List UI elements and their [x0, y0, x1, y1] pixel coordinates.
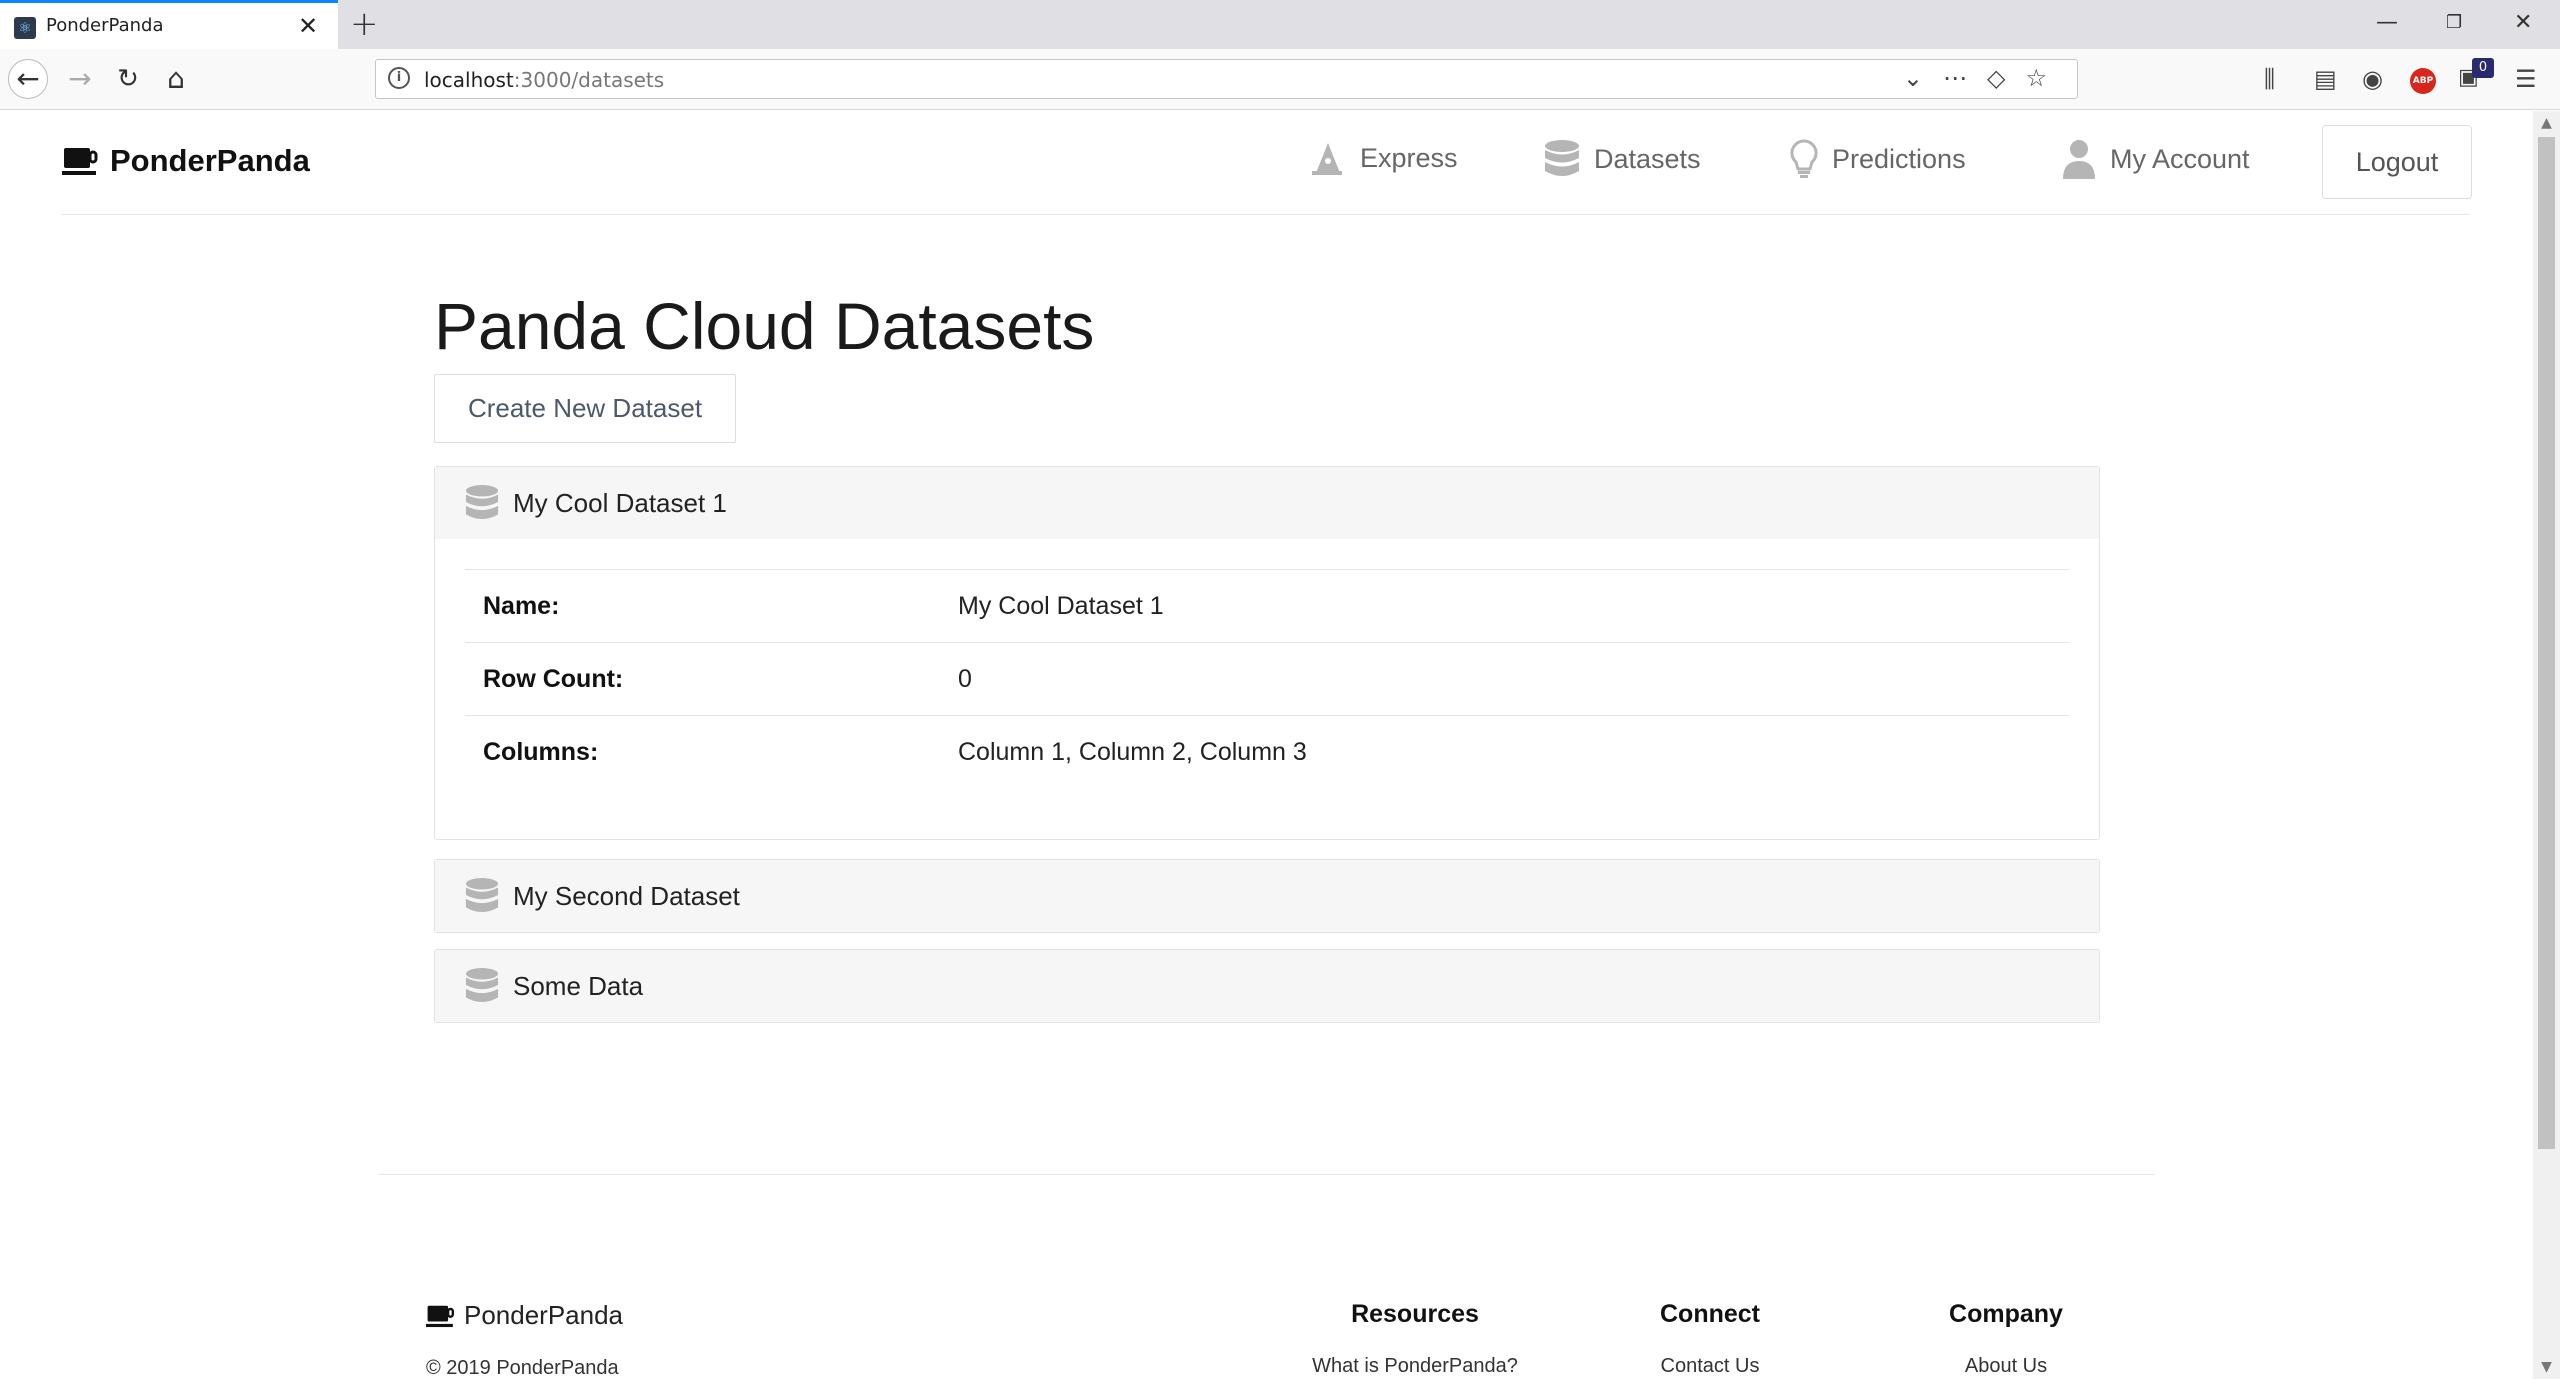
adblock-icon[interactable]: ABP — [2410, 68, 2436, 94]
footer-connect-title: Connect — [1660, 1300, 1760, 1328]
nav-predictions-label: Predictions — [1832, 143, 1966, 174]
row-count-label: Row Count: — [483, 664, 624, 693]
tab-title: PonderPanda — [46, 15, 164, 36]
details-table: Name: My Cool Dataset 1 Row Count: 0 Col… — [465, 569, 2069, 789]
footer-brand-name: PonderPanda — [464, 1300, 624, 1330]
nav-datasets[interactable]: Datasets — [1544, 139, 1701, 179]
columns-value: Column 1, Column 2, Column 3 — [958, 738, 1307, 766]
database-icon — [1545, 140, 1579, 176]
menu-icon[interactable]: ☰ — [2515, 63, 2537, 95]
reload-icon[interactable]: ↻ — [108, 59, 148, 99]
dataset-header[interactable]: My Second Dataset — [435, 860, 2099, 932]
dataset-header[interactable]: My Cool Dataset 1 — [435, 467, 2099, 539]
lightbulb-icon — [1790, 139, 1818, 178]
dataset-title: Some Data — [513, 970, 644, 1001]
table-row: Columns: Column 1, Column 2, Column 3 — [465, 716, 2069, 789]
url-bar[interactable]: i localhost:3000/datasets ⌄⋯◇☆ — [375, 59, 2078, 99]
footer-resources: Resources What is PonderPanda? — [1304, 1300, 1526, 1378]
browser-tab[interactable]: ⚛ PonderPanda ✕ — [0, 0, 338, 49]
close-icon[interactable]: ✕ — [298, 12, 318, 40]
footer-company-title: Company — [1949, 1300, 2063, 1328]
footer-link-about[interactable]: About Us — [1946, 1355, 2066, 1378]
name-value: My Cool Dataset 1 — [958, 591, 1164, 620]
logout-button[interactable]: Logout — [2322, 125, 2472, 199]
info-icon[interactable]: i — [388, 67, 410, 89]
scroll-thumb[interactable] — [2538, 137, 2555, 1149]
brand-link[interactable]: PonderPanda — [62, 143, 310, 179]
brand-name: PonderPanda — [110, 143, 310, 178]
pen-nib-icon — [1312, 143, 1342, 175]
coffee-cup-icon — [62, 148, 98, 175]
nav-predictions[interactable]: Predictions — [1790, 139, 1966, 179]
browser-tab-bar: ⚛ PonderPanda ✕ + — ❐ ✕ — [0, 0, 2560, 49]
url-actions: ⌄⋯◇☆ — [1903, 64, 2067, 92]
dataset-header[interactable]: Some Data — [435, 950, 2099, 1022]
footer-company: Company About Us — [1946, 1300, 2066, 1378]
chevron-down-icon[interactable]: ⌄ — [1903, 64, 1943, 92]
dataset-details: Name: My Cool Dataset 1 Row Count: 0 Col… — [435, 539, 2099, 839]
name-label: Name: — [483, 591, 560, 620]
create-dataset-button[interactable]: Create New Dataset — [434, 374, 736, 443]
nav-datasets-label: Datasets — [1594, 143, 1701, 174]
react-icon: ⚛ — [14, 17, 36, 39]
restore-icon[interactable]: ❐ — [2446, 8, 2462, 38]
user-icon — [2063, 140, 2095, 179]
footer-resources-title: Resources — [1351, 1300, 1479, 1328]
back-arrow-icon[interactable]: ← — [8, 59, 48, 99]
footer-link-what-is[interactable]: What is PonderPanda? — [1304, 1355, 1526, 1378]
dataset-title: My Cool Dataset 1 — [513, 487, 727, 518]
home-icon[interactable]: ⌂ — [156, 59, 196, 99]
footer-brand[interactable]: PonderPanda — [426, 1300, 623, 1331]
browser-nav-bar: ← → ↻ ⌂ i localhost:3000/datasets ⌄⋯◇☆ ⫼… — [0, 49, 2560, 110]
table-row: Name: My Cool Dataset 1 — [465, 570, 2069, 643]
dataset-panel: Some Data — [434, 949, 2100, 1023]
dataset-title: My Second Dataset — [513, 880, 740, 911]
page-scrollbar[interactable]: ▲ ▼ — [2533, 111, 2560, 1379]
row-count-value: 0 — [958, 664, 972, 693]
window-close-icon[interactable]: ✕ — [2514, 8, 2532, 38]
site-header: PonderPanda Express Datasets Predictions — [62, 111, 2472, 215]
columns-label: Columns: — [483, 738, 599, 766]
database-icon — [465, 968, 499, 1003]
nav-my-account[interactable]: My Account — [2062, 139, 2250, 179]
database-icon — [465, 485, 499, 520]
footer-link-contact[interactable]: Contact Us — [1656, 1355, 1764, 1378]
nav-express[interactable]: Express — [1308, 139, 1458, 177]
nav-express-label: Express — [1360, 142, 1458, 173]
nav-my-account-label: My Account — [2110, 143, 2250, 174]
sidebar-icon[interactable]: ▤ — [2314, 63, 2337, 95]
footer-copyright: © 2019 PonderPanda — [426, 1357, 619, 1379]
account-circle-icon[interactable]: ◉ — [2362, 63, 2383, 95]
pocket-icon[interactable]: ◇ — [1987, 64, 2025, 92]
minimize-icon[interactable]: — — [2376, 8, 2398, 38]
coffee-cup-icon — [426, 1305, 455, 1327]
more-icon[interactable]: ⋯ — [1943, 64, 1987, 92]
new-tab-button[interactable]: + — [350, 5, 379, 43]
star-icon[interactable]: ☆ — [2025, 64, 2067, 92]
library-icon[interactable]: ⫼ — [2264, 63, 2275, 95]
page-title: Panda Cloud Datasets — [434, 289, 1095, 363]
scroll-down-icon[interactable]: ▼ — [2533, 1359, 2560, 1375]
database-icon — [465, 878, 499, 913]
forward-arrow-icon[interactable]: → — [60, 59, 100, 99]
dataset-panel: My Second Dataset — [434, 859, 2100, 933]
scroll-up-icon[interactable]: ▲ — [2533, 115, 2560, 131]
footer-divider — [378, 1174, 2154, 1175]
url-text[interactable]: localhost:3000/datasets — [424, 68, 664, 92]
container-badge: 0 — [2472, 58, 2494, 78]
footer-connect: Connect Contact Us — [1656, 1300, 1764, 1378]
table-row: Row Count: 0 — [465, 643, 2069, 716]
dataset-panel: My Cool Dataset 1 Name: My Cool Dataset … — [434, 466, 2100, 840]
